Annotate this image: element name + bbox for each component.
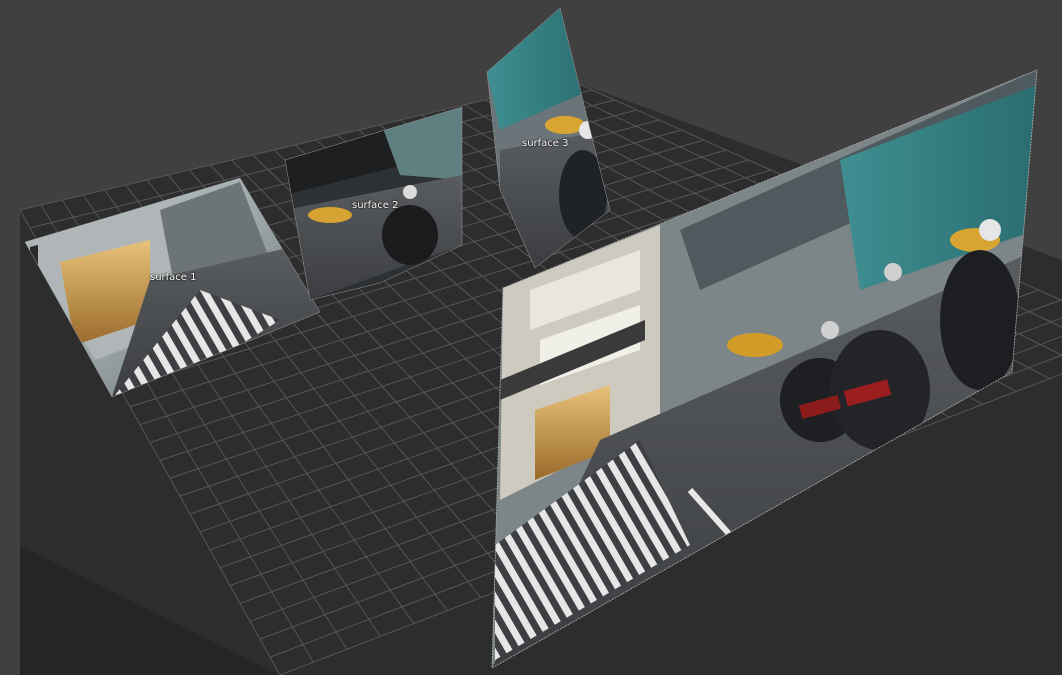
3d-viewport[interactable]: surface 1 surface 2 surface 3 (0, 0, 1062, 675)
scene-canvas[interactable] (0, 0, 1062, 675)
